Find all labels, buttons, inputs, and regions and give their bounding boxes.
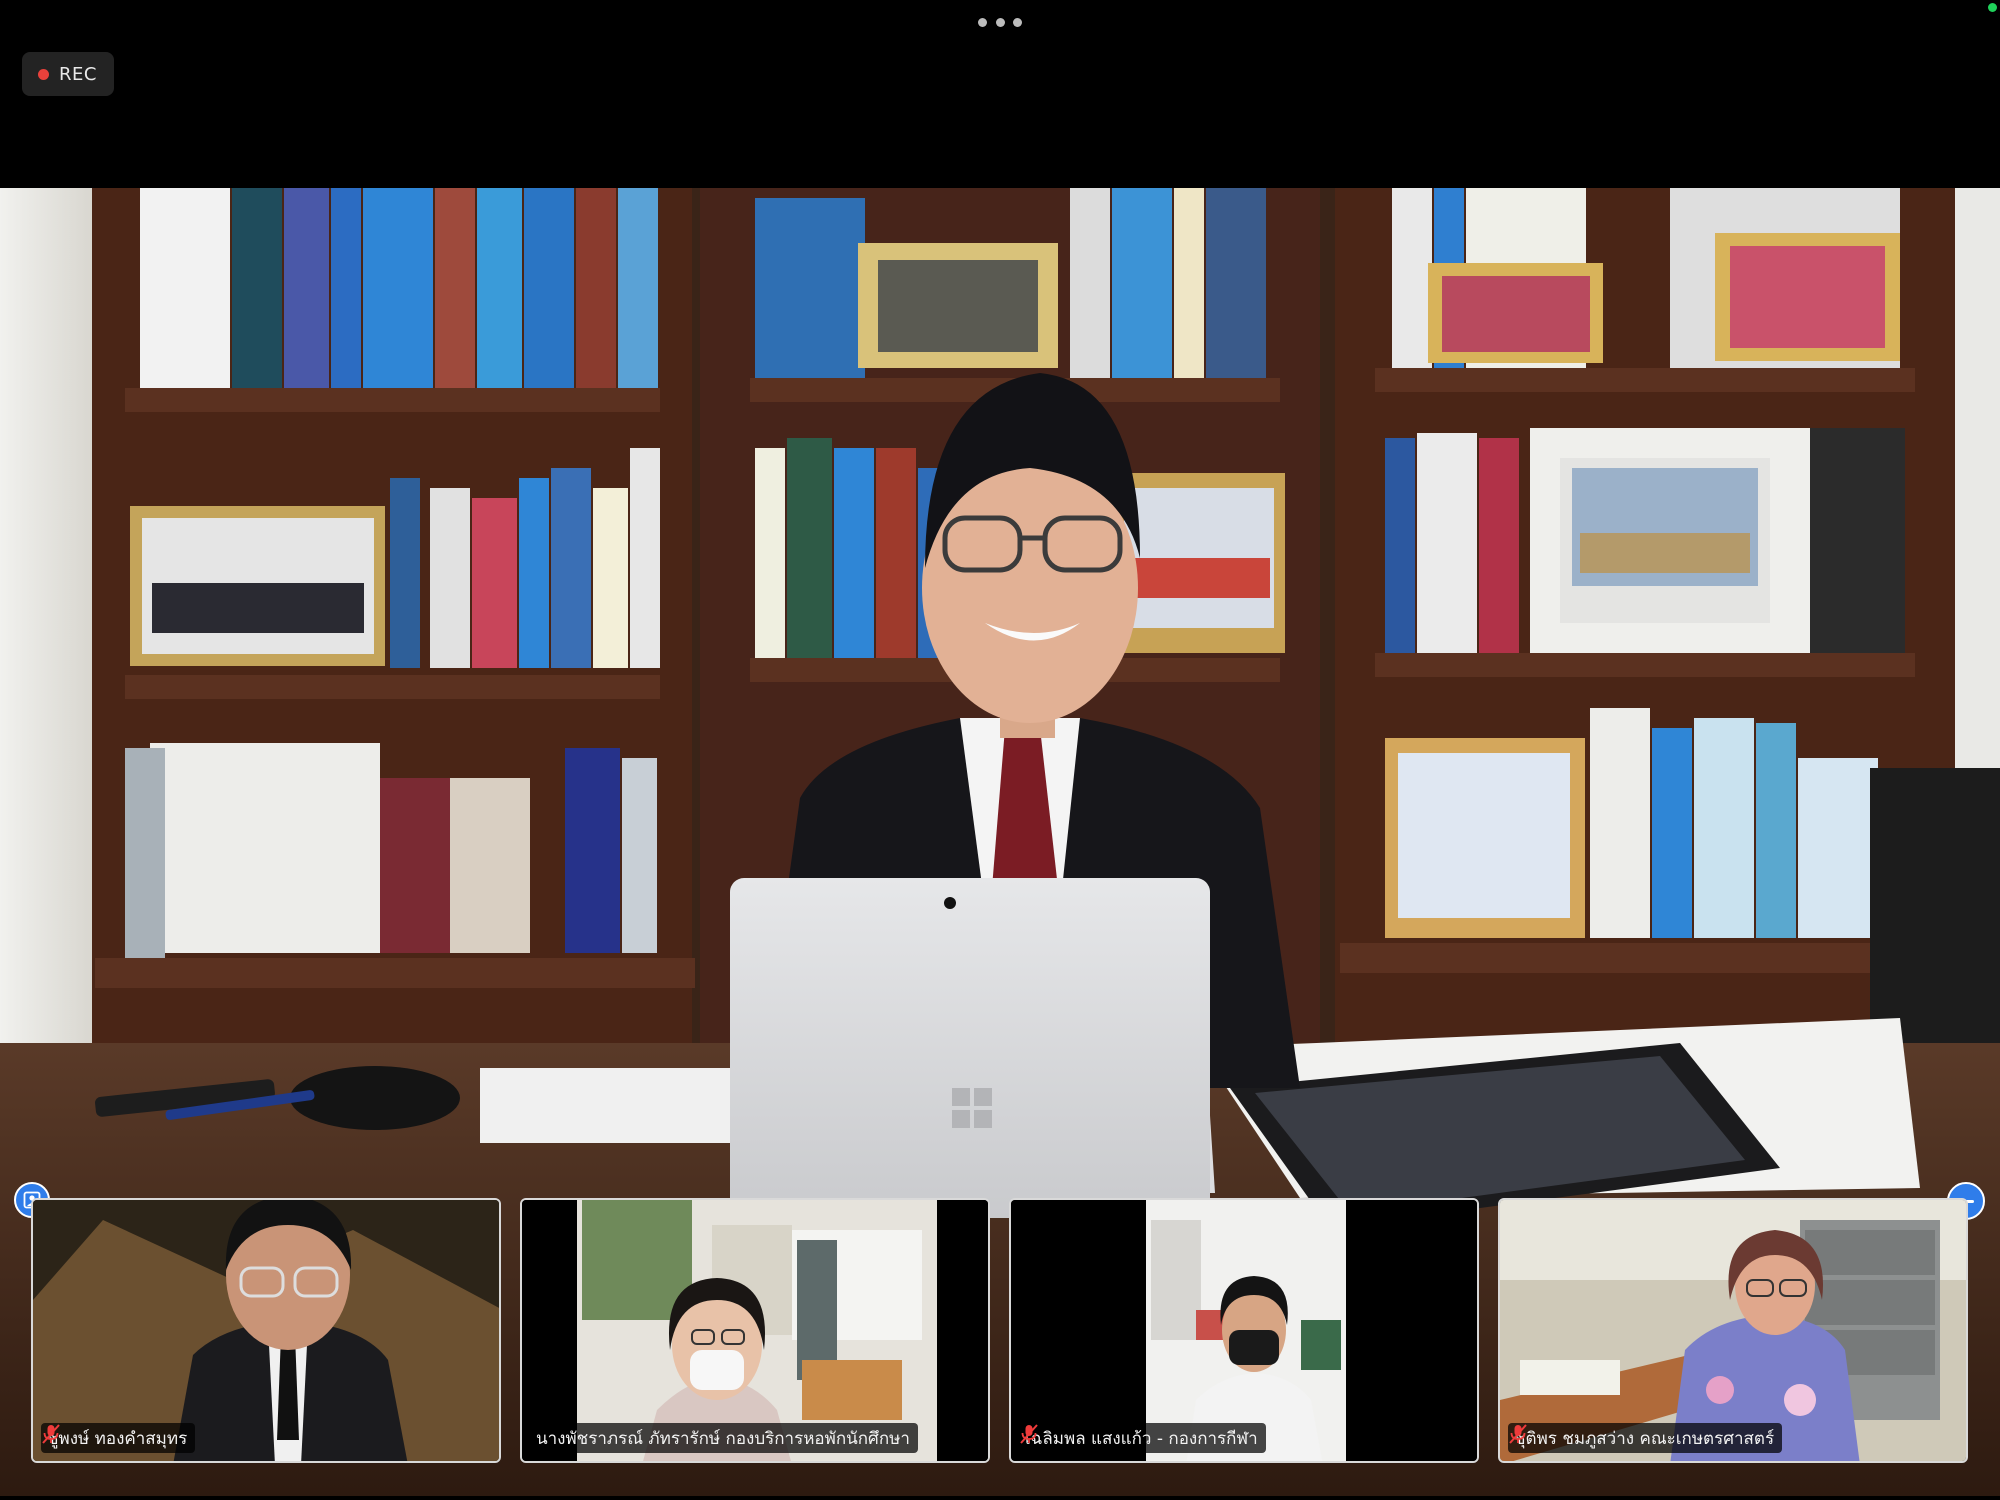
participant-name-tag: ชุติพร ชมภูสว่าง คณะเกษตรศาสตร์ xyxy=(1508,1423,1783,1453)
meeting-window: REC ชูพงษ์ ทองคำสมุทร นางพัชราภรณ์ ภัทรา… xyxy=(0,0,2000,1500)
participant-tile-4[interactable]: ชุติพร ชมภูสว่าง คณะเกษตรศาสตร์ xyxy=(1498,1198,1968,1463)
connection-status-dot xyxy=(1988,3,1997,12)
participant-tile-3[interactable]: เฉลิมพล แสงแก้ว - กองการกีฬา xyxy=(1009,1198,1479,1463)
participant-name-tag: ชูพงษ์ ทองคำสมุทร xyxy=(41,1423,196,1453)
record-dot-icon xyxy=(38,68,49,80)
participant-name-tag: นางพัชราภรณ์ ภัทรารักษ์ กองบริการหอพักนั… xyxy=(530,1423,918,1453)
recording-indicator[interactable]: REC xyxy=(22,52,114,96)
participant-name: เฉลิมพล แสงแก้ว - กองการกีฬา xyxy=(1025,1428,1258,1449)
participant-name-tag: เฉลิมพล แสงแก้ว - กองการกีฬา xyxy=(1019,1423,1266,1453)
recording-label: REC xyxy=(59,63,97,85)
participant-tile-1[interactable]: ชูพงษ์ ทองคำสมุทร xyxy=(31,1198,501,1463)
mic-muted-icon xyxy=(1509,1424,1527,1444)
participant-name: นางพัชราภรณ์ ภัทรารักษ์ กองบริการหอพักนั… xyxy=(536,1428,910,1449)
participant-tile-2[interactable]: นางพัชราภรณ์ ภัทรารักษ์ กองบริการหอพักนั… xyxy=(520,1198,990,1463)
mic-muted-icon xyxy=(1020,1424,1038,1444)
participant-name: ชุติพร ชมภูสว่าง คณะเกษตรศาสตร์ xyxy=(1514,1428,1775,1449)
mic-muted-icon xyxy=(42,1424,60,1444)
participant-name: ชูพงษ์ ทองคำสมุทร xyxy=(47,1428,188,1449)
more-dots-icon xyxy=(978,17,987,27)
more-options-button[interactable] xyxy=(978,14,1022,30)
